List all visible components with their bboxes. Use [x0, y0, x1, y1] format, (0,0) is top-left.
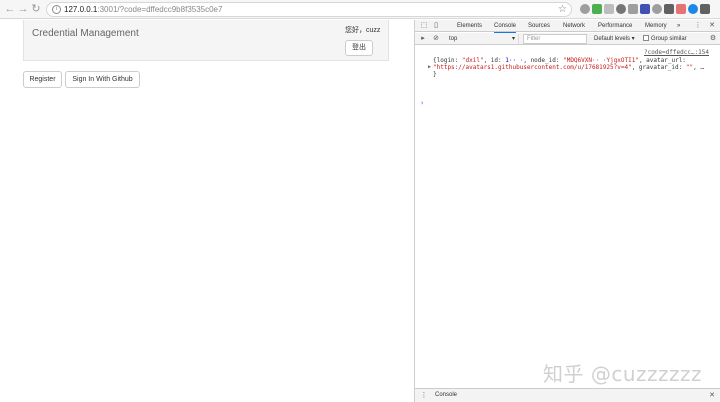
log-line: "https://avatars1.githubusercontent.com/…: [433, 64, 704, 71]
address-bar[interactable]: i 127.0.0.1:3001/?code=dffedcc9b8f3535c0…: [46, 2, 572, 17]
greeting-text: 您好，cuzz: [345, 27, 381, 34]
extension-icon[interactable]: [628, 4, 638, 14]
extension-icon[interactable]: [616, 4, 626, 14]
filter-input[interactable]: Filter: [523, 34, 587, 44]
console-prompt[interactable]: ›: [420, 99, 424, 107]
console-output: ?code=dffedcc…:154 {login: "dxil", id: 1…: [415, 46, 720, 380]
extension-icon[interactable]: [676, 4, 686, 14]
tab-console[interactable]: Console: [494, 20, 517, 34]
extension-icon[interactable]: [664, 4, 674, 14]
info-icon[interactable]: i: [52, 5, 61, 14]
page-viewport: Credential Management 您好，cuzz 登出 Registe…: [0, 20, 414, 402]
log-line: }: [433, 71, 437, 78]
log-source-link[interactable]: ?code=dffedcc…:154: [644, 49, 709, 56]
drawer-tab-console[interactable]: Console: [435, 389, 457, 402]
extension-icon[interactable]: [604, 4, 614, 14]
browser-toolbar: ← → ↻ i 127.0.0.1:3001/?code=dffedcc9b8f…: [0, 0, 720, 19]
drawer-menu-icon[interactable]: ⋮: [420, 392, 428, 400]
watermark: 知乎 @cuzzzzzz: [543, 362, 703, 386]
tab-performance[interactable]: Performance: [598, 20, 632, 32]
tab-elements[interactable]: Elements: [457, 20, 482, 32]
reload-icon[interactable]: ↻: [30, 3, 42, 15]
extension-icon[interactable]: [592, 4, 602, 14]
expand-triangle-icon[interactable]: ▶: [428, 64, 431, 70]
inspect-icon[interactable]: ⬚: [420, 22, 428, 30]
extension-icon[interactable]: [688, 4, 698, 14]
star-icon[interactable]: ☆: [558, 3, 567, 16]
extension-icon[interactable]: [700, 4, 710, 14]
logout-button[interactable]: 登出: [345, 40, 373, 56]
github-signin-button[interactable]: Sign In With Github: [65, 71, 140, 88]
console-toolbar: ▸ ⊘ top ▾ Filter Default levels ▾ Group s…: [415, 33, 720, 45]
device-toolbar-icon[interactable]: ▯: [432, 22, 440, 30]
back-arrow-icon[interactable]: ←: [4, 3, 16, 15]
header-panel: Credential Management 您好，cuzz 登出: [23, 20, 389, 61]
log-line[interactable]: {login: "dxil", id: 1·· ·, node_id: "MDQ…: [433, 57, 686, 64]
tab-memory[interactable]: Memory: [645, 20, 667, 32]
register-button[interactable]: Register: [23, 71, 62, 88]
tab-sources[interactable]: Sources: [528, 20, 550, 32]
gear-icon[interactable]: ⚙: [709, 35, 717, 43]
close-icon[interactable]: ✕: [708, 22, 716, 30]
tab-network[interactable]: Network: [563, 20, 585, 32]
context-select[interactable]: top ▾: [449, 34, 519, 44]
extension-icon[interactable]: [640, 4, 650, 14]
page-title: Credential Management: [32, 28, 139, 39]
more-tabs-button[interactable]: »: [677, 20, 680, 32]
forward-arrow-icon[interactable]: →: [17, 3, 29, 15]
devtools-tabbar: ⬚ ▯ Elements Console Sources Network Per…: [415, 20, 720, 34]
log-levels-dropdown[interactable]: Default levels ▾: [594, 34, 635, 44]
menu-dots-icon[interactable]: ⋮: [694, 22, 702, 30]
devtools-panel: ⬚ ▯ Elements Console Sources Network Per…: [414, 20, 720, 402]
console-drawer: ⋮ Console ✕: [415, 388, 720, 402]
drawer-close-icon[interactable]: ✕: [708, 392, 716, 400]
clear-console-icon[interactable]: ⊘: [432, 35, 440, 43]
group-similar-checkbox[interactable]: Group similar: [643, 34, 687, 44]
sidebar-toggle-icon[interactable]: ▸: [419, 35, 427, 43]
extension-icon[interactable]: [652, 4, 662, 14]
url-text: 127.0.0.1:3001/?code=dffedcc9b8f3535c0e7: [64, 5, 223, 14]
extension-icon[interactable]: [580, 4, 590, 14]
